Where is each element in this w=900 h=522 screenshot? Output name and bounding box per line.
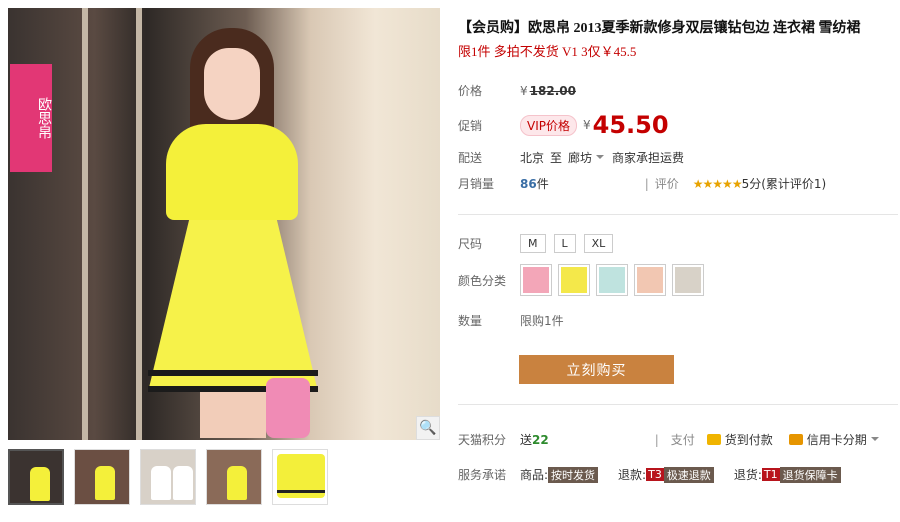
shipping-fee: 商家承担运费 (612, 151, 685, 165)
chevron-down-icon[interactable] (870, 436, 879, 441)
service-return-t: T1 (761, 468, 780, 481)
sales-row: 月销量 86 件 | 评价 ★★★★★ 5分(累计评价1) (458, 175, 827, 192)
service-refund-t: T3 (646, 468, 664, 481)
service-label: 服务承诺 (458, 468, 507, 482)
ship-to-select[interactable]: 廊坊 (568, 149, 592, 166)
thumbnail-1[interactable] (8, 449, 64, 505)
model-figure (148, 28, 318, 438)
color-swatch-4[interactable] (634, 264, 666, 296)
rating-text[interactable]: 5分(累计评价1) (742, 175, 827, 192)
vip-badge: VIP价格 (520, 114, 577, 136)
chevron-down-icon[interactable] (596, 154, 605, 159)
thumbnail-3[interactable] (140, 449, 196, 505)
points-value: 22 (532, 432, 549, 447)
promo-text: 限1件 多拍不发货 V1 3仅￥45.5 (458, 44, 637, 59)
size-option-xl[interactable]: XL (583, 234, 614, 253)
service-refund: 退款: (618, 468, 647, 482)
product-detail: 【会员购】欧思帛 2013夏季新款修身双层镶钻包边 连衣裙 雪纺裙 限1件 多拍… (458, 18, 898, 483)
product-gallery: 欧思帛 🔍 (8, 8, 440, 440)
thumbnail-4[interactable] (206, 449, 262, 505)
quantity-row: 数量 限购1件 (458, 312, 564, 329)
size-option-l[interactable]: L (553, 234, 576, 253)
divider (458, 404, 898, 405)
points-prefix: 送 (520, 433, 533, 447)
price-label: 价格 (458, 84, 483, 98)
service-row: 服务承诺 商品: 按时发货 退款: T3 极速退款 退货: T1 退货保障卡 (458, 466, 841, 483)
service-goods: 商品: (520, 468, 549, 482)
ship-to-word: 至 (550, 151, 563, 165)
rating-label: 评价 (654, 177, 679, 191)
size-label: 尺码 (458, 237, 483, 251)
points-payment-row: 天猫积分 送 22 | 支付 货到付款 信用卡分期 (458, 431, 887, 448)
shipping-row: 配送 北京 至 廊坊 商家承担运费 (458, 149, 684, 166)
color-label: 颜色分类 (458, 273, 507, 288)
credit-card-icon (788, 434, 803, 445)
main-product-photo[interactable]: 欧思帛 🔍 (8, 8, 440, 440)
color-swatch-5[interactable] (672, 264, 704, 296)
color-row: 颜色分类 (458, 264, 710, 296)
divider (458, 214, 898, 215)
payment-label: 支付 (670, 433, 695, 447)
handbag (266, 378, 310, 438)
thumbnail-2[interactable] (74, 449, 130, 505)
buy-now-button[interactable]: 立刻购买 (519, 355, 674, 384)
quantity-label: 数量 (458, 314, 483, 328)
service-return-tag[interactable]: 退货保障卡 (779, 466, 841, 483)
currency-symbol: ¥ (520, 83, 528, 98)
service-return: 退货: (733, 468, 762, 482)
zoom-icon[interactable]: 🔍 (416, 416, 440, 440)
sales-unit: 件 (536, 177, 549, 191)
quantity-limit: 限购1件 (520, 314, 564, 328)
size-row: 尺码 M L XL (458, 234, 621, 253)
product-title: 【会员购】欧思帛 2013夏季新款修身双层镶钻包边 连衣裙 雪纺裙 (458, 21, 861, 36)
color-swatch-3[interactable] (596, 264, 628, 296)
thumbnail-5[interactable] (272, 449, 328, 505)
card-option[interactable]: 信用卡分期 (807, 431, 867, 448)
color-swatch-1[interactable] (520, 264, 552, 296)
promo-price: 45.50 (592, 111, 669, 139)
door-frame (136, 8, 142, 440)
sales-count: 86 (520, 176, 537, 191)
promo-price-row: 促销 VIP价格 ¥ 45.50 (458, 111, 669, 139)
shipping-label: 配送 (458, 151, 483, 165)
size-option-m[interactable]: M (520, 234, 546, 253)
price-row: 价格 ¥ 182.00 (458, 82, 576, 99)
promo-label: 促销 (458, 118, 483, 133)
star-rating-icon: ★★★★★ (692, 176, 743, 191)
service-refund-tag[interactable]: 极速退款 (663, 466, 714, 483)
door-frame (82, 8, 88, 440)
currency-symbol: ¥ (583, 118, 591, 132)
color-swatch-2[interactable] (558, 264, 590, 296)
service-goods-tag[interactable]: 按时发货 (548, 466, 599, 483)
cod-option[interactable]: 货到付款 (725, 431, 773, 448)
original-price: 182.00 (529, 83, 576, 98)
ship-from: 北京 (520, 151, 545, 165)
sales-label: 月销量 (458, 177, 495, 191)
cod-icon (706, 434, 721, 445)
points-label: 天猫积分 (458, 433, 507, 447)
brand-logo-text: 欧思帛 (36, 97, 52, 139)
thumbnail-strip (8, 449, 328, 505)
brand-logo: 欧思帛 (10, 64, 52, 172)
